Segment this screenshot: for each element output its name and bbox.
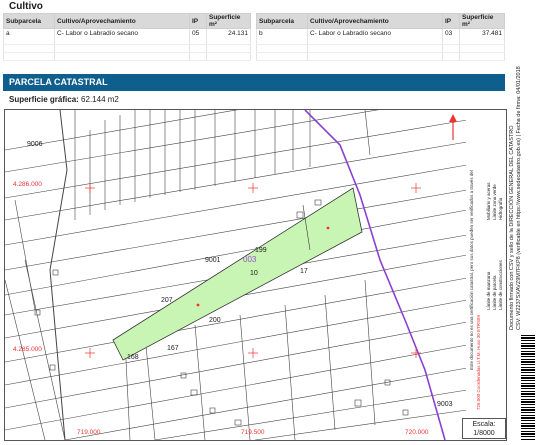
parcel-id-label: 003: [243, 255, 257, 264]
municipal-boundary: [304, 110, 446, 440]
col-ip: IP: [189, 13, 207, 29]
col-subparcela: Subparcela: [3, 13, 55, 29]
north-arrow-icon: [449, 114, 457, 140]
coord-x-3: 720.000: [405, 429, 429, 436]
label-199: 199: [255, 247, 267, 254]
label-200: 200: [209, 317, 221, 324]
parcel-polygon: [112, 187, 363, 361]
col-cultivo: Cultivo/Aprovechamiento: [307, 13, 443, 29]
legend-item: Hidrografía: [498, 197, 503, 220]
legend-item: Límite de construcciones: [498, 260, 503, 310]
scale-box: Escala: 1/8000: [462, 418, 506, 439]
superficie-value: 62.144 m2: [81, 95, 119, 104]
parcela-catastral-banner: PARCELA CATASTRAL: [3, 74, 505, 91]
cell-cultivo: C- Labor o Labradío secano: [54, 28, 190, 37]
col-subparcela: Subparcela: [256, 13, 308, 29]
cultivo-table-left: Subparcela Cultivo/Aprovechamiento IP Su…: [3, 13, 251, 61]
cell-ip: 05: [189, 28, 207, 37]
cell-superficie: 37.481: [459, 28, 505, 37]
legend-coord-note: 726.000 Coordenadas U.T.M. Huso 30 ETRS8…: [476, 314, 481, 410]
cell-ip: 03: [442, 28, 460, 37]
col-superficie: Superficie m²: [206, 13, 251, 29]
scale-label: Escala:: [472, 421, 496, 428]
label-17: 17: [300, 268, 308, 275]
legend-item: Límite zona verde: [492, 184, 497, 220]
coord-x-1: 719.000: [77, 429, 101, 436]
map-legend: Este documento no es una certificación c…: [466, 109, 507, 441]
legend-item: Límite de parcela: [492, 275, 497, 310]
table-row: b C- Labor o Labradío secano 03 37.481: [256, 28, 505, 37]
superficie-label: Superficie gráfica:: [9, 95, 79, 104]
superficie-grafica: Superficie gráfica: 62.144 m2: [9, 95, 119, 104]
cell-superficie: 24.131: [206, 28, 251, 37]
label-9001: 9001: [205, 257, 221, 264]
cell-subparcela: a: [3, 28, 55, 37]
coord-y-bottom: 4.285.000: [13, 346, 42, 353]
csv-line-2: CSV: W2237SXAVZ9M7FKP8 (verificable en h…: [516, 66, 522, 330]
barcode: [521, 335, 535, 440]
cultivo-table-right: Subparcela Cultivo/Aprovechamiento IP Su…: [256, 13, 505, 61]
col-superficie: Superficie m²: [459, 13, 505, 29]
cell-cultivo: C- Labor o Labradío secano: [307, 28, 443, 37]
col-ip: IP: [442, 13, 460, 29]
cultivo-title: Cultivo: [9, 1, 43, 12]
cadastral-map: 9006 9001 199 10 17 207 200 167 168 9003…: [4, 109, 468, 441]
label-167: 167: [167, 345, 179, 352]
label-10: 10: [250, 270, 258, 277]
col-cultivo: Cultivo/Aprovechamiento: [54, 13, 190, 29]
coord-x-2: 719.500: [241, 429, 265, 436]
legend-item: Mobiliario y aceras: [486, 182, 491, 220]
legend-item: Límite de manzana: [486, 271, 491, 310]
scale-value: 1/8000: [473, 430, 495, 437]
coord-y-top: 4.286.000: [13, 181, 42, 188]
label-9003: 9003: [437, 401, 453, 408]
csv-line-1: Documento firmado con CSV y sello de la …: [509, 125, 515, 330]
label-207: 207: [161, 297, 173, 304]
cell-subparcela: b: [256, 28, 308, 37]
table-row: a C- Labor o Labradío secano 05 24.131: [3, 28, 251, 37]
legend-note: Este documento no es una certificación c…: [469, 170, 474, 370]
label-9006: 9006: [27, 141, 43, 148]
map-canvas: 9006 9001 199 10 17 207 200 167 168 9003…: [5, 110, 467, 440]
label-168: 168: [127, 354, 139, 361]
